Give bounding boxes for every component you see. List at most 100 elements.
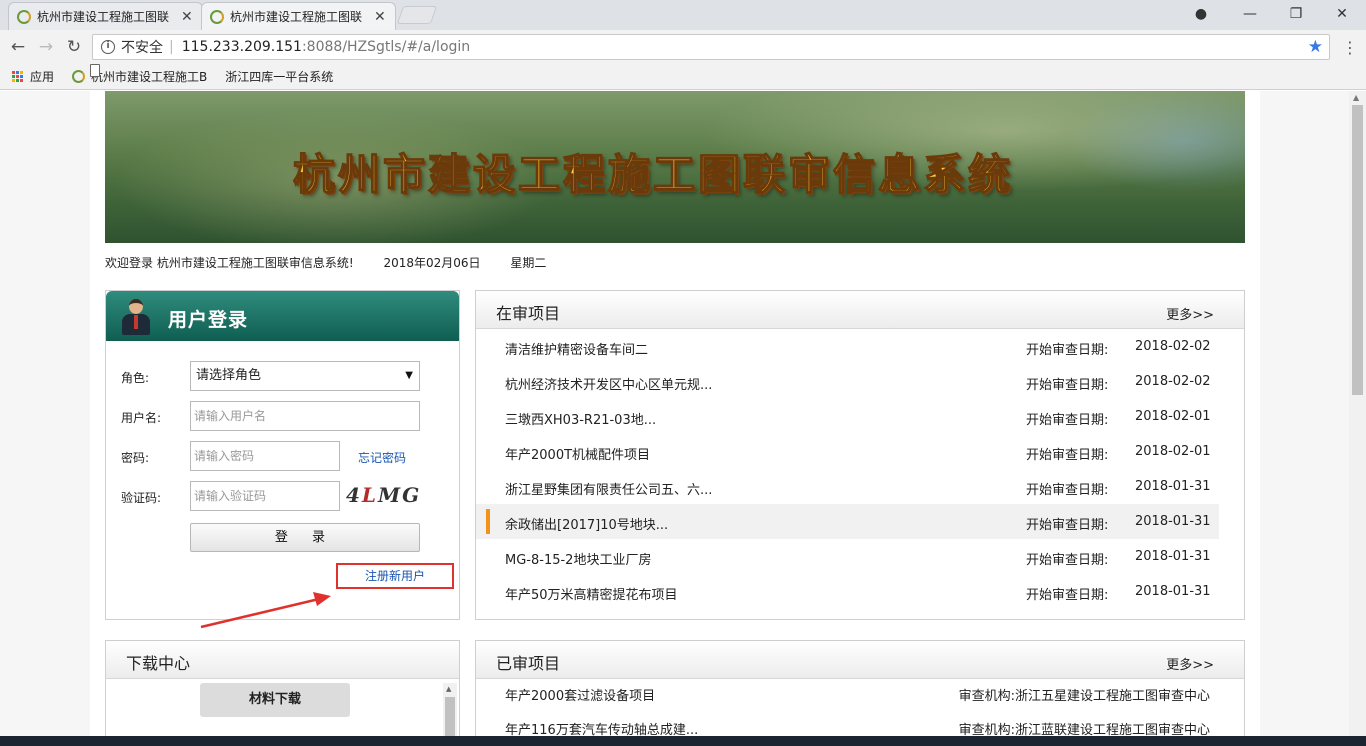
in-review-header: 在审项目 更多>> <box>476 291 1244 329</box>
review-org: 审查机构:浙江五星建设工程施工图审查中心 <box>958 689 1210 704</box>
in-review-row[interactable]: 年产2000T机械配件项目 开始审查日期: 2018-02-01 <box>476 434 1244 469</box>
project-name[interactable]: 年产2000T机械配件项目 <box>505 444 650 463</box>
in-review-row[interactable]: 年产50万米高精密提花布项目 开始审查日期: 2018-01-31 <box>476 574 1244 609</box>
scroll-up-icon[interactable]: ▲ <box>1353 93 1359 102</box>
in-review-row[interactable]: MG-8-15-2地块工业厂房 开始审查日期: 2018-01-31 <box>476 539 1244 574</box>
role-label: 角色: <box>121 371 150 385</box>
start-date: 2018-01-31 <box>1135 514 1211 529</box>
url-host: 115.233.209.151 <box>181 39 302 55</box>
start-date: 2018-02-02 <box>1135 374 1211 389</box>
reviewed-title: 已审项目 <box>496 654 561 673</box>
in-review-title: 在审项目 <box>496 304 561 323</box>
in-review-row[interactable]: 浙江星野集团有限责任公司五、六... 开始审查日期: 2018-01-31 <box>476 469 1244 504</box>
start-date: 2018-01-31 <box>1135 584 1211 599</box>
tab-close-icon[interactable]: ✕ <box>374 9 386 25</box>
review-org: 审查机构:浙江蓝联建设工程施工图审查中心 <box>958 723 1210 736</box>
address-separator: | <box>169 39 174 55</box>
project-name[interactable]: 杭州经济技术开发区中心区单元规... <box>505 374 712 393</box>
reload-button[interactable]: ↻ <box>64 37 84 57</box>
username-label: 用户名: <box>121 411 162 425</box>
start-date: 2018-02-01 <box>1135 444 1211 459</box>
bookmarks-bar: 应用 杭州市建设工程施工B 浙江四库一平台系统 <box>0 64 1366 90</box>
scroll-thumb[interactable] <box>445 697 455 736</box>
maximize-button[interactable]: ❐ <box>1281 4 1311 24</box>
project-name[interactable]: 三墩西XH03-R21-03地... <box>505 409 656 428</box>
bookmark-star-icon[interactable]: ★ <box>1308 37 1323 57</box>
reviewed-more-link[interactable]: 更多>> <box>1166 654 1214 673</box>
in-review-more-link[interactable]: 更多>> <box>1166 304 1214 323</box>
in-review-row[interactable]: 三墩西XH03-R21-03地... 开始审查日期: 2018-02-01 <box>476 399 1244 434</box>
site-favicon-icon <box>210 9 224 24</box>
tab-title: 杭州市建设工程施工图联 <box>37 10 170 24</box>
role-select[interactable]: 请选择角色 ▼ <box>190 361 420 391</box>
register-link[interactable]: 注册新用户 <box>336 563 454 589</box>
project-name[interactable]: 浙江星野集团有限责任公司五、六... <box>505 479 712 498</box>
login-button[interactable]: 登 录 <box>190 523 420 552</box>
close-window-button[interactable]: ✕ <box>1327 4 1357 24</box>
scroll-up-icon[interactable]: ▲ <box>446 685 451 693</box>
project-name[interactable]: 余政储出[2017]10号地块... <box>505 514 668 533</box>
welcome-bar: 欢迎登录 杭州市建设工程施工图联审信息系统! 2018年02月06日 星期二 <box>105 254 572 271</box>
in-review-row[interactable]: 杭州经济技术开发区中心区单元规... 开始审查日期: 2018-02-02 <box>476 364 1244 399</box>
current-weekday: 星期二 <box>510 256 547 270</box>
user-avatar-icon <box>122 299 150 335</box>
new-tab-button[interactable] <box>396 6 438 24</box>
url-path: :8088/HZSgtls/#/a/login <box>301 39 471 55</box>
address-bar[interactable]: i 不安全 | 115.233.209.151 :8088/HZSgtls/#/… <box>92 34 1330 60</box>
material-download-button[interactable]: 材料下载 <box>200 683 350 717</box>
back-button[interactable]: ← <box>8 37 28 57</box>
in-review-list: 清洁维护精密设备车间二 开始审查日期: 2018-02-02 杭州经济技术开发区中心区… <box>476 329 1244 609</box>
browser-tab-1[interactable]: 杭州市建设工程施工图联 ✕ <box>8 2 203 30</box>
forward-button[interactable]: → <box>36 37 56 57</box>
login-title: 用户登录 <box>168 309 249 331</box>
reviewed-row[interactable]: 年产2000套过滤设备项目 审查机构:浙江五星建设工程施工图审查中心 <box>476 679 1244 713</box>
captcha-input[interactable]: 请输入验证码 <box>190 481 340 511</box>
login-panel: 用户登录 角色: 请选择角色 ▼ 用户名: 请输入用户名 密码: 请输入密码 忘… <box>105 290 460 620</box>
browser-toolbar: ← → ↻ i 不安全 | 115.233.209.151 :8088/HZSg… <box>0 30 1366 64</box>
page-icon <box>90 64 100 77</box>
info-icon[interactable]: i <box>101 40 115 54</box>
project-name[interactable]: MG-8-15-2地块工业厂房 <box>505 549 651 568</box>
download-scrollbar[interactable]: ▲ <box>443 683 457 736</box>
start-date: 2018-01-31 <box>1135 549 1211 564</box>
start-date: 2018-02-02 <box>1135 339 1211 354</box>
minimize-button[interactable]: — <box>1235 4 1265 24</box>
tab-title: 杭州市建设工程施工图联 <box>230 10 363 24</box>
site-favicon-icon <box>17 9 31 24</box>
account-icon[interactable]: ● <box>1186 4 1216 24</box>
header-banner: 杭州市建设工程施工图联审信息系统 <box>105 91 1245 243</box>
start-date-label: 开始审查日期: <box>1026 588 1109 603</box>
tab-close-icon[interactable]: ✕ <box>181 9 193 25</box>
browser-menu-icon[interactable]: ⋮ <box>1342 38 1358 57</box>
password-input[interactable]: 请输入密码 <box>190 441 340 471</box>
reviewed-row[interactable]: 年产116万套汽车传动轴总成建... 审查机构:浙江蓝联建设工程施工图审查中心 <box>476 713 1244 736</box>
current-date: 2018年02月06日 <box>383 256 481 270</box>
captcha-image[interactable]: 4LMG <box>346 483 426 511</box>
start-date-label: 开始审查日期: <box>1026 553 1109 568</box>
banner-title: 杭州市建设工程施工图联审信息系统 <box>292 149 1014 200</box>
apps-icon <box>12 70 24 83</box>
browser-tab-2[interactable]: 杭州市建设工程施工图联 ✕ <box>201 2 396 30</box>
security-label: 不安全 <box>121 40 163 56</box>
username-input[interactable]: 请输入用户名 <box>190 401 420 431</box>
project-name[interactable]: 年产50万米高精密提花布项目 <box>505 584 678 603</box>
role-select-value: 请选择角色 <box>196 368 262 383</box>
tab-strip: 杭州市建设工程施工图联 ✕ 杭州市建设工程施工图联 ✕ ● — ❐ ✕ <box>0 0 1366 30</box>
project-name[interactable]: 清洁维护精密设备车间二 <box>505 339 648 358</box>
in-review-row[interactable]: 余政储出[2017]10号地块... 开始审查日期: 2018-01-31 <box>476 504 1219 539</box>
project-name[interactable]: 年产2000套过滤设备项目 <box>505 685 655 704</box>
os-taskbar <box>0 736 1366 746</box>
page-scrollbar[interactable]: ▲ <box>1349 91 1366 736</box>
page-scroll-thumb[interactable] <box>1352 105 1363 395</box>
welcome-text: 欢迎登录 杭州市建设工程施工图联审信息系统! <box>105 256 354 270</box>
bookmark-zj-platform[interactable]: 浙江四库一平台系统 <box>90 64 333 85</box>
in-review-row[interactable]: 清洁维护精密设备车间二 开始审查日期: 2018-02-02 <box>476 329 1244 364</box>
project-name[interactable]: 年产116万套汽车传动轴总成建... <box>505 719 698 736</box>
in-review-panel: 在审项目 更多>> 清洁维护精密设备车间二 开始审查日期: 2018-02-02 杭州… <box>475 290 1245 620</box>
forgot-password-link[interactable]: 忘记密码 <box>358 449 406 466</box>
download-panel: 下载中心 材料下载 ▲ <box>105 640 460 736</box>
captcha-label: 验证码: <box>121 491 162 505</box>
bookmark-apps[interactable]: 应用 <box>12 68 54 85</box>
start-date-label: 开始审查日期: <box>1026 378 1109 393</box>
start-date: 2018-01-31 <box>1135 479 1211 494</box>
